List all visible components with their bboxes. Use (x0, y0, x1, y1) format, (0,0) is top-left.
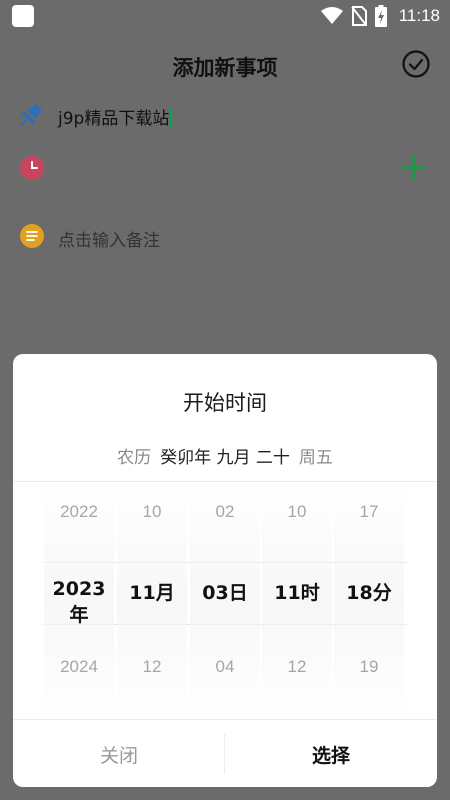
year-prev[interactable]: 2022 (44, 502, 114, 522)
pushpin-icon (20, 104, 42, 126)
lunar-date: 癸卯年 九月 二十 (160, 448, 290, 468)
app-icon (12, 5, 34, 27)
month-selected[interactable]: 11月 (117, 578, 187, 605)
status-bar: 11:18 (0, 0, 450, 32)
status-icons: 11:18 (320, 4, 440, 28)
day-next[interactable]: 04 (190, 657, 260, 677)
day-prev[interactable]: 02 (190, 502, 260, 522)
minute-selected[interactable]: 18分 (334, 578, 404, 605)
hour-next[interactable]: 12 (262, 657, 332, 677)
note-row[interactable]: 点击输入备注 (0, 214, 450, 258)
page-title: 添加新事项 (172, 56, 278, 80)
close-button[interactable]: 关闭 (13, 720, 225, 787)
hour-selected[interactable]: 11时 (262, 578, 332, 605)
hour-wheel[interactable]: 10 11时 12 (262, 482, 332, 718)
lunar-label: 农历 (117, 448, 152, 468)
check-circle-icon[interactable] (402, 50, 430, 78)
title-input-value: j9p精品下载站 (58, 109, 170, 129)
lunar-date-row: 农历 癸卯年 九月 二十 周五 (13, 443, 437, 468)
day-selected[interactable]: 03日 (190, 578, 260, 605)
dialog-footer: 关闭 选择 (13, 719, 437, 787)
year-next[interactable]: 2024 (44, 657, 114, 677)
no-sim-icon (350, 6, 367, 26)
year-wheel[interactable]: 2022 2023年 2024 (44, 482, 114, 718)
month-prev[interactable]: 10 (117, 502, 187, 522)
status-time: 11:18 (398, 6, 440, 25)
time-row[interactable] (0, 146, 450, 190)
month-wheel[interactable]: 10 11月 12 (117, 482, 187, 718)
minute-prev[interactable]: 17 (334, 502, 404, 522)
title-input[interactable]: j9p精品下载站 (58, 104, 173, 129)
note-input[interactable]: 点击输入备注 (58, 226, 160, 251)
hour-prev[interactable]: 10 (262, 502, 332, 522)
weekday: 周五 (298, 448, 333, 468)
minute-wheel[interactable]: 17 18分 19 (334, 482, 404, 718)
minute-next[interactable]: 19 (334, 657, 404, 677)
plus-icon[interactable] (400, 154, 428, 182)
month-next[interactable]: 12 (117, 657, 187, 677)
wifi-icon (320, 7, 343, 24)
note-icon (20, 224, 44, 248)
text-cursor (170, 107, 173, 127)
datetime-picker-dialog: 开始时间 农历 癸卯年 九月 二十 周五 2022 2023年 2024 10 11… (13, 354, 437, 787)
dialog-title: 开始时间 (183, 391, 267, 415)
wheel-picker: 2022 2023年 2024 10 11月 12 02 03日 04 10 1… (13, 482, 437, 718)
app-header: 添加新事项 (0, 40, 450, 90)
title-row: j9p精品下载站 (0, 92, 450, 136)
year-selected[interactable]: 2023年 (44, 578, 114, 627)
clock-icon (20, 156, 44, 180)
select-button[interactable]: 选择 (225, 720, 437, 787)
day-wheel[interactable]: 02 03日 04 (190, 482, 260, 718)
battery-charging-icon (374, 5, 387, 27)
